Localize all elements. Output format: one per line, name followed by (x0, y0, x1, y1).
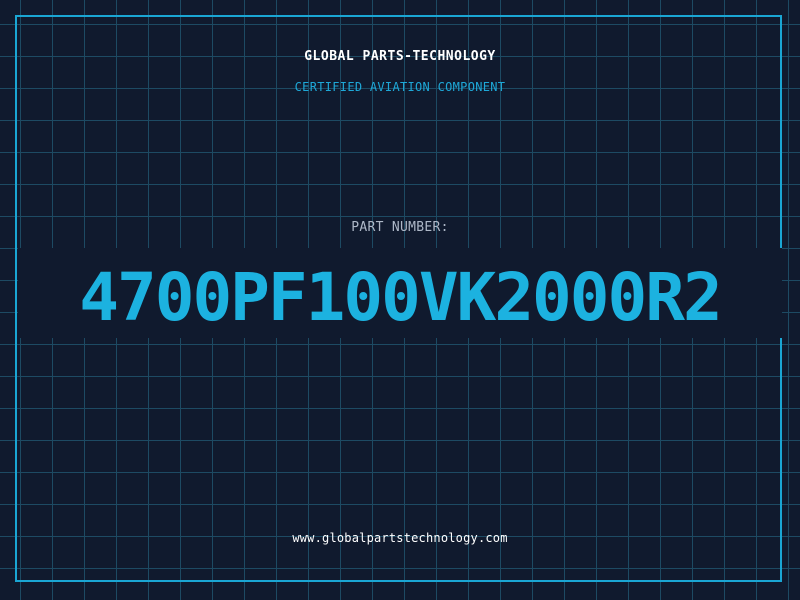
certification-subtitle: CERTIFIED AVIATION COMPONENT (294, 80, 506, 94)
part-number-label: PART NUMBER: (351, 220, 449, 235)
part-number-value: 4700PF100VK2000R2 (79, 259, 723, 336)
part-label-card: GLOBAL PARTS-TECHNOLOGY CERTIFIED AVIATI… (0, 0, 800, 600)
website-link[interactable]: www.globalpartstechnology.com (0, 531, 800, 545)
company-name: GLOBAL PARTS-TECHNOLOGY (304, 49, 496, 64)
